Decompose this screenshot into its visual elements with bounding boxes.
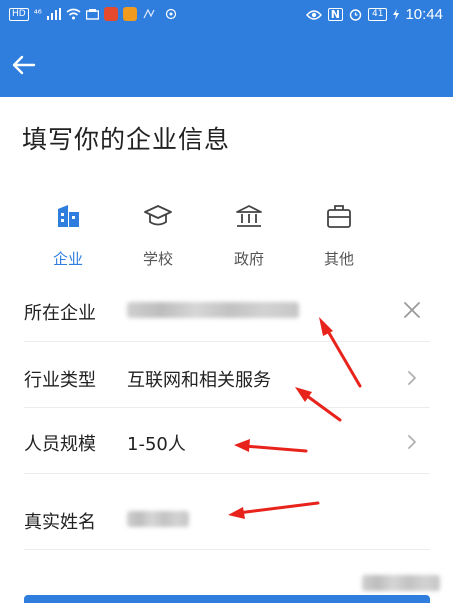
graduation-cap-icon (144, 205, 172, 226)
name-label: 真实姓名 (24, 512, 96, 533)
tab-label: 政府 (233, 250, 264, 268)
tab-label: 其他 (323, 250, 354, 268)
eye-comfort-icon (305, 9, 322, 20)
industry-chevron[interactable] (400, 366, 424, 390)
briefcase-icon (327, 205, 351, 228)
scale-chevron[interactable] (400, 430, 424, 454)
status-bar: HD ⁴⁶ N 41 10:44 (0, 0, 453, 32)
name-value-redacted (127, 511, 189, 527)
status-left: HD ⁴⁶ (9, 7, 177, 21)
chevron-right-icon (408, 371, 416, 385)
arrow-left-icon (12, 55, 36, 75)
tab-label: 企业 (52, 250, 83, 268)
clear-button[interactable] (400, 298, 424, 322)
wifi-icon (66, 8, 81, 20)
network-type-label: ⁴⁶ (33, 8, 42, 20)
nfc-status-icon (143, 8, 155, 19)
tab-label: 学校 (142, 250, 173, 268)
close-icon (404, 302, 420, 318)
building-icon (58, 205, 79, 227)
app-notification-icon-2 (122, 7, 137, 21)
scale-label: 人员规模 (24, 434, 96, 455)
clock: 10:44 (405, 6, 443, 23)
scale-row[interactable]: 人员规模 1-50人 (24, 408, 430, 474)
battery-level: 41 (368, 8, 388, 21)
industry-label: 行业类型 (24, 370, 96, 391)
message-icon (85, 8, 99, 20)
name-row[interactable]: 真实姓名 (24, 474, 430, 550)
industry-row[interactable]: 行业类型 互联网和相关服务 (24, 342, 430, 408)
page-title: 填写你的企业信息 (22, 125, 231, 154)
charging-icon (393, 9, 400, 20)
tab-other[interactable]: 其他 (309, 198, 369, 270)
company-row[interactable]: 所在企业 (24, 280, 430, 342)
alarm-icon (349, 9, 362, 21)
industry-value: 互联网和相关服务 (127, 370, 271, 391)
tab-government[interactable]: 政府 (219, 198, 279, 270)
nfc-icon: N (327, 8, 343, 21)
company-label: 所在企业 (24, 303, 96, 324)
company-value-redacted (127, 302, 299, 318)
submit-button[interactable] (24, 595, 430, 603)
government-icon (236, 205, 262, 227)
tab-school[interactable]: 学校 (128, 198, 188, 270)
signal-icon (46, 8, 61, 20)
back-button[interactable] (6, 49, 42, 81)
status-right: N 41 10:44 (305, 6, 443, 23)
hd-badge: HD (9, 7, 29, 21)
tab-enterprise[interactable]: 企业 (38, 198, 98, 270)
bottom-redacted-text (362, 575, 440, 591)
app-notification-icon (103, 7, 118, 21)
scale-value: 1-50人 (127, 434, 186, 455)
media-icon (165, 8, 176, 20)
chevron-right-icon (408, 435, 416, 449)
